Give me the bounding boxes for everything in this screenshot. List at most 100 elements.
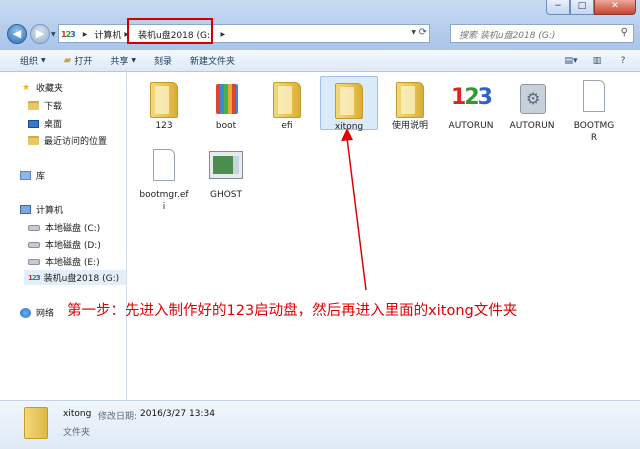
file-item[interactable]: bootmgr.efi	[135, 147, 193, 213]
sidebar-item-label: 下载	[44, 102, 63, 112]
minimize-button[interactable]: −	[546, 0, 570, 15]
drive-icon	[28, 224, 40, 231]
sidebar-item-label: 本地磁盘 (C:)	[45, 224, 101, 234]
settings-file-icon	[520, 84, 546, 114]
address-dropdown-icon[interactable]: ▼	[411, 29, 416, 36]
sidebar-item-label: 最近访问的位置	[44, 137, 108, 147]
chevron-down-icon: ▼	[131, 57, 136, 64]
address-bar[interactable]: 123 ▶ 计算机 ▶ 装机u盘2018 (G:) ▶ ▼ ⟳	[58, 24, 430, 43]
sidebar-item-libraries[interactable]: 库	[20, 169, 45, 182]
file-name: 123	[155, 121, 173, 131]
organize-button[interactable]: 组织 ▼	[20, 54, 46, 67]
command-bar: 组织 ▼ ▰ 打开 共享 ▼ 刻录 新建文件夹 ▤▾ ▥ ?	[0, 50, 640, 72]
file-item[interactable]: 使用说明	[381, 78, 439, 132]
search-placeholder: 搜索 装机u盘2018 (G:)	[459, 31, 556, 41]
sidebar-item-downloads[interactable]: 下载	[28, 99, 62, 112]
sidebar-item-desktop[interactable]: 桌面	[28, 117, 62, 130]
sidebar-item-drive-g[interactable]: 123 装机u盘2018 (G:)	[24, 270, 126, 285]
file-name: efi	[281, 121, 293, 131]
preview-pane-icon[interactable]: ▥	[588, 53, 606, 69]
sidebar-item-label: 收藏夹	[36, 84, 64, 94]
drive-123-icon: 123	[28, 273, 41, 282]
folder-open-icon: ▰	[63, 55, 72, 66]
file-item-xitong[interactable]: xitong	[320, 76, 378, 132]
file-name: GHOST	[209, 190, 243, 200]
star-icon: ★	[21, 82, 31, 93]
sidebar-item-drive-c[interactable]: 本地磁盘 (C:)	[28, 221, 100, 234]
close-button[interactable]: ✕	[594, 0, 636, 15]
detail-name: xitong	[63, 409, 92, 419]
file-icon	[583, 80, 605, 112]
search-input[interactable]: 搜索 装机u盘2018 (G:) ⚲	[450, 24, 634, 43]
forward-button[interactable]: ▶	[30, 24, 50, 44]
drive-icon	[28, 241, 40, 248]
sidebar-item-label: 装机u盘2018 (G:)	[43, 274, 120, 284]
file-name: AUTORUN	[509, 121, 555, 131]
file-item[interactable]: AUTORUN	[503, 78, 561, 132]
download-folder-icon	[28, 101, 39, 110]
sidebar-item-label: 计算机	[36, 206, 64, 216]
sidebar-item-recent[interactable]: 最近访问的位置	[28, 134, 107, 147]
file-icon	[153, 149, 175, 181]
sidebar-item-drive-d[interactable]: 本地磁盘 (D:)	[28, 238, 101, 251]
sidebar-item-favorites[interactable]: ★ 收藏夹	[20, 81, 64, 95]
detail-modified-label: 修改日期:	[98, 412, 138, 422]
sidebar-item-drive-e[interactable]: 本地磁盘 (E:)	[28, 255, 100, 268]
open-label: 打开	[74, 57, 93, 67]
file-name: boot	[215, 121, 237, 131]
chevron-right-icon[interactable]: ▶	[221, 31, 226, 38]
file-name: xitong	[334, 122, 364, 132]
new-folder-label: 新建文件夹	[190, 57, 236, 67]
refresh-icon[interactable]: ⟳	[419, 27, 427, 38]
back-button[interactable]: ◀	[7, 24, 27, 44]
file-item[interactable]: GHOST	[197, 147, 255, 201]
chevron-right-icon[interactable]: ▶	[83, 31, 88, 38]
folder-icon	[335, 83, 363, 119]
file-item[interactable]: 123	[135, 78, 193, 132]
folder-icon	[396, 82, 424, 118]
red-highlight-box	[127, 18, 213, 44]
file-list: 123 boot efi xitong 使用说明 123 AUTORUN AUT…	[127, 72, 640, 400]
folder-icon	[273, 82, 301, 118]
share-label: 共享	[110, 57, 129, 67]
sidebar-item-computer[interactable]: 计算机	[20, 203, 63, 216]
ghost-app-icon	[209, 151, 243, 179]
detail-modified-date: 2016/3/27 13:34	[140, 409, 215, 419]
organize-label: 组织	[20, 57, 39, 67]
file-item[interactable]: BOOTMGR	[565, 78, 623, 144]
sidebar-item-label: 本地磁盘 (D:)	[45, 241, 101, 251]
chevron-down-icon: ▼	[41, 57, 46, 64]
computer-icon	[20, 205, 31, 214]
search-icon[interactable]: ⚲	[621, 27, 628, 38]
books-folder-icon	[216, 84, 238, 114]
burn-label: 刻录	[154, 57, 173, 67]
recent-pages-dropdown-icon[interactable]: ▼	[51, 31, 56, 38]
recent-places-icon	[28, 136, 39, 145]
share-button[interactable]: 共享 ▼	[110, 54, 136, 67]
file-item[interactable]: efi	[258, 78, 316, 132]
number-123-icon: 123	[451, 85, 493, 110]
breadcrumb-computer[interactable]: 计算机	[94, 28, 121, 41]
network-icon	[20, 307, 31, 318]
maximize-button[interactable]: □	[570, 0, 594, 15]
open-button[interactable]: ▰ 打开	[64, 54, 93, 67]
navigation-pane: ★ 收藏夹 下载 桌面 最近访问的位置 库 计算机 本地磁盘 (C:) 本地磁盘…	[0, 72, 127, 400]
folder-icon	[150, 82, 178, 118]
file-item[interactable]: boot	[197, 78, 255, 132]
window-controls: − □ ✕	[546, 0, 636, 15]
file-name: AUTORUN	[448, 121, 494, 131]
drive-123-icon: 123	[61, 30, 76, 39]
view-options-icon[interactable]: ▤▾	[562, 53, 580, 69]
burn-button[interactable]: 刻录	[154, 54, 172, 67]
help-icon[interactable]: ?	[614, 53, 632, 69]
new-folder-button[interactable]: 新建文件夹	[190, 54, 235, 67]
file-name: BOOTMGR	[573, 121, 615, 143]
desktop-icon	[28, 119, 39, 128]
sidebar-item-label: 库	[36, 172, 46, 182]
sidebar-item-label: 桌面	[44, 120, 63, 130]
annotation-text: 第一步：先进入制作好的123启动盘，然后再进入里面的xitong文件夹	[67, 303, 518, 319]
drive-icon	[28, 258, 40, 265]
folder-icon	[24, 407, 48, 439]
sidebar-item-network[interactable]: 网络	[20, 306, 54, 319]
file-item[interactable]: 123 AUTORUN	[442, 78, 500, 132]
